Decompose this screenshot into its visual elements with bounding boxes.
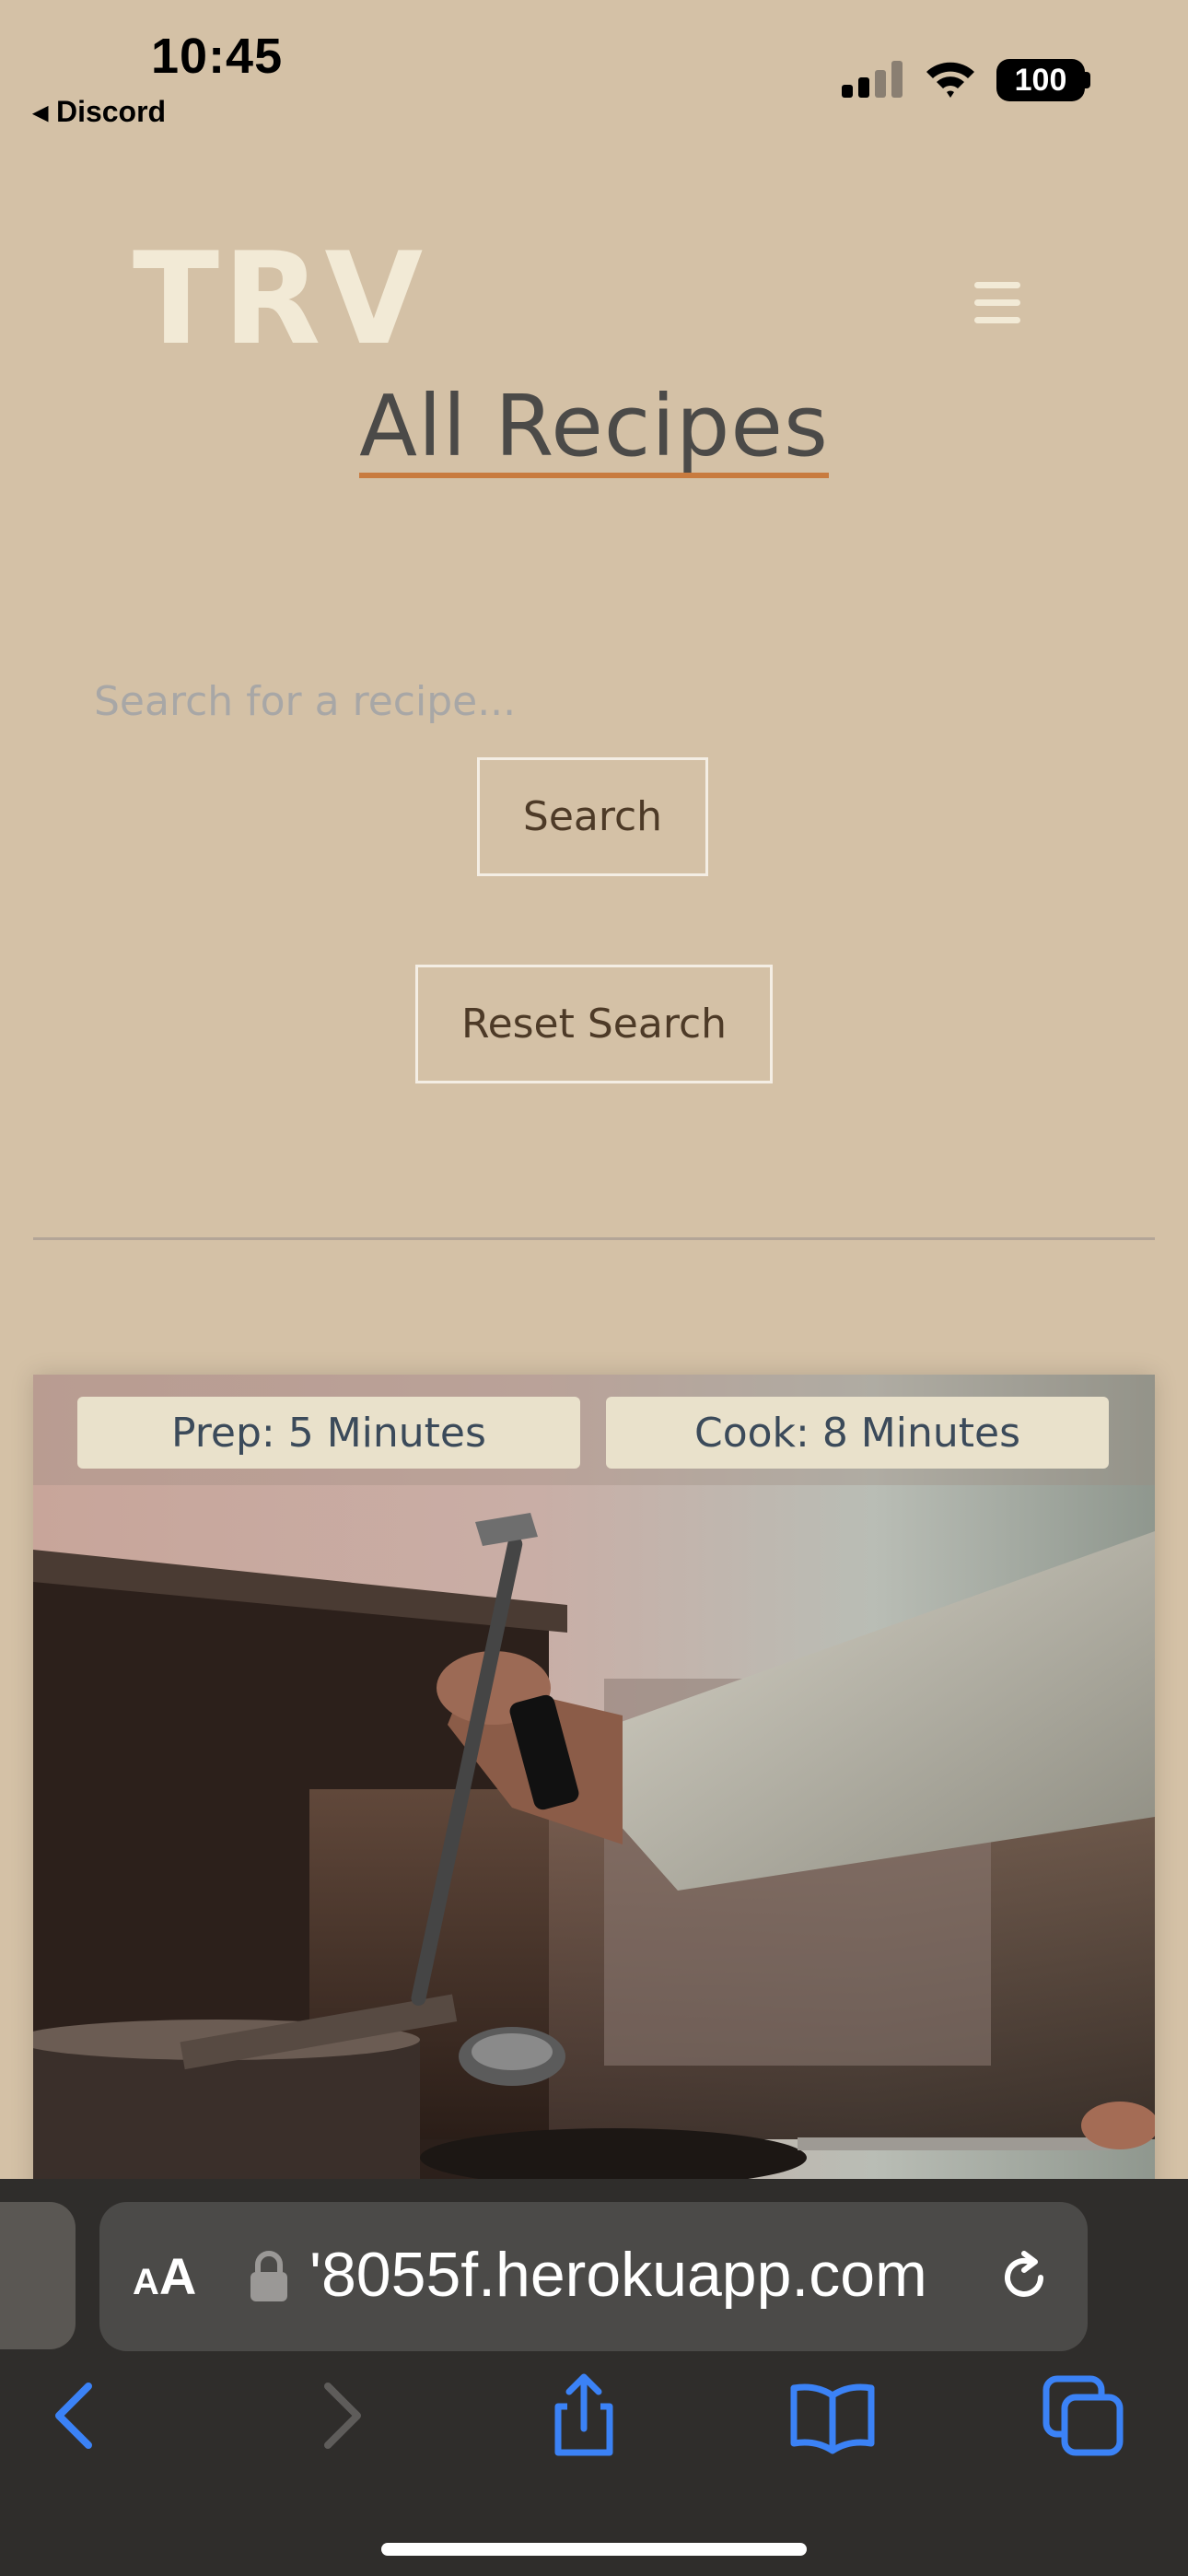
back-arrow-icon[interactable] <box>35 2371 123 2460</box>
hamburger-menu-icon[interactable] <box>971 276 1024 330</box>
forward-arrow-icon[interactable] <box>293 2371 381 2460</box>
prep-time-badge: Prep: 5 Minutes <box>77 1397 580 1469</box>
status-bar: 10:45 ◂ Discord 100 <box>0 0 1188 138</box>
share-icon[interactable] <box>540 2371 628 2460</box>
page-title-text: All Recipes <box>359 380 829 479</box>
bookmarks-icon[interactable] <box>788 2371 877 2460</box>
battery-tip <box>1085 72 1090 88</box>
status-time: 10:45 <box>151 29 284 84</box>
reload-icon[interactable] <box>995 2248 1054 2307</box>
previous-tab-preview[interactable] <box>0 2202 76 2349</box>
wifi-icon <box>926 62 974 98</box>
cellular-signal-icon <box>842 61 903 98</box>
chef-cooking-photo <box>33 1375 1155 2204</box>
home-indicator <box>381 2543 807 2556</box>
recipe-card[interactable]: Prep: 5 Minutes Cook: 8 Minutes <box>33 1375 1155 2204</box>
reset-search-button[interactable]: Reset Search <box>415 965 773 1083</box>
search-input[interactable] <box>92 663 1100 739</box>
page-title: All Recipes <box>0 380 1188 479</box>
back-to-app-link[interactable]: ◂ Discord <box>33 94 166 129</box>
cook-time-badge: Cook: 8 Minutes <box>606 1397 1109 1469</box>
url-text[interactable]: '8055f.herokuapp.com <box>309 2239 927 2311</box>
site-logo[interactable]: TRV <box>133 236 426 363</box>
search-button[interactable]: Search <box>477 757 708 876</box>
section-divider <box>33 1237 1155 1240</box>
text-size-button[interactable]: AA <box>133 2246 196 2306</box>
tabs-icon[interactable] <box>1039 2371 1127 2460</box>
battery-icon: 100 <box>996 59 1085 101</box>
lock-icon <box>250 2251 287 2301</box>
